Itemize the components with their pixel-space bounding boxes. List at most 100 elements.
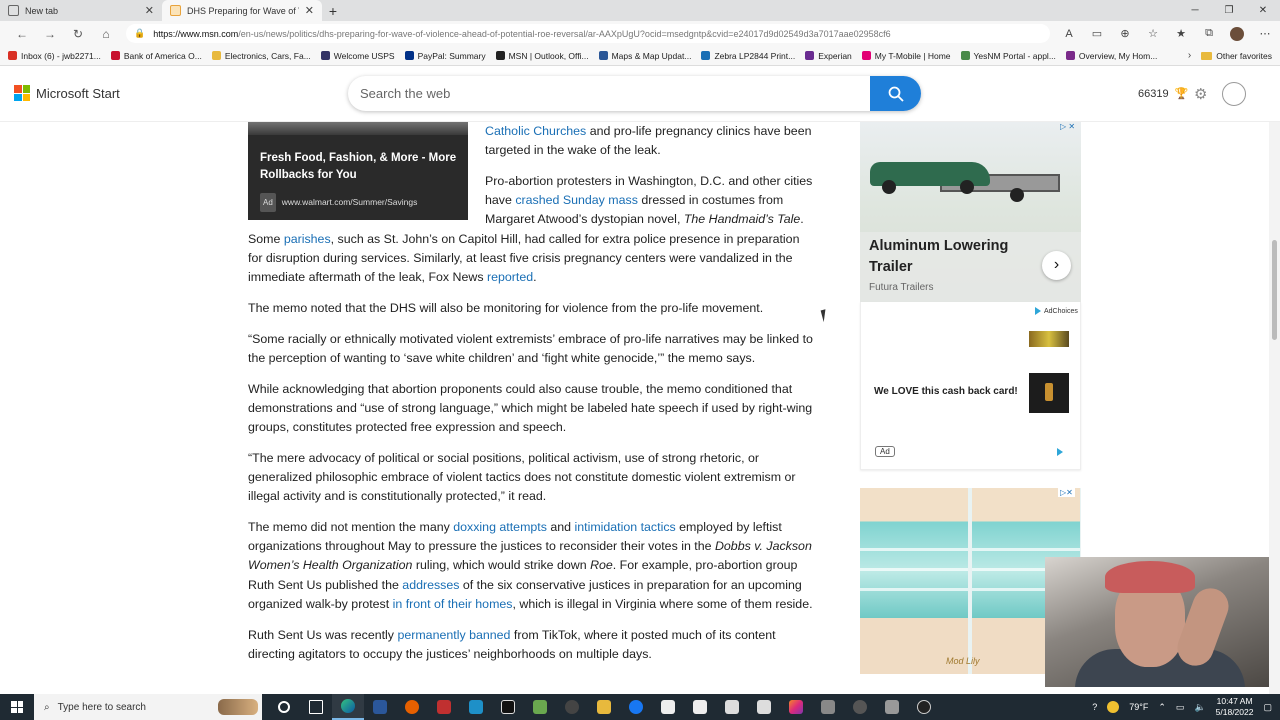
app-icon[interactable] xyxy=(460,694,492,720)
app-icon[interactable] xyxy=(556,694,588,720)
clock-date: 5/18/2022 xyxy=(1215,707,1254,717)
gear-icon[interactable]: ⚙ xyxy=(1194,85,1207,103)
network-icon[interactable]: ▭ xyxy=(1176,702,1185,713)
close-icon[interactable]: ✕ xyxy=(305,4,314,17)
favorite-item[interactable]: Bank of America O... xyxy=(110,51,202,61)
app-icon[interactable] xyxy=(876,694,908,720)
chevron-right-icon[interactable]: › xyxy=(1042,251,1071,280)
trailer-ad[interactable]: ▷ ✕ Aluminum Lowering Trailer Futura Tra… xyxy=(860,122,1081,302)
tab-dhs-article[interactable]: DHS Preparing for Wave of Viole ✕ xyxy=(162,0,322,21)
task-view-icon[interactable] xyxy=(300,694,332,720)
article-link[interactable]: parishes xyxy=(284,232,331,246)
lock-icon[interactable]: 🔒 xyxy=(134,28,145,39)
favorite-star-icon[interactable]: ☆ xyxy=(1146,27,1160,40)
edge-icon[interactable] xyxy=(332,694,364,720)
article-link[interactable]: doxxing attempts xyxy=(453,520,547,534)
ad-close-icon[interactable]: ▷✕ xyxy=(1058,488,1075,497)
favorite-item[interactable]: Inbox (6) - jwb2271... xyxy=(8,51,101,61)
search-highlight-image xyxy=(218,699,258,715)
chevron-up-icon[interactable]: ⌃ xyxy=(1158,702,1166,713)
article-link[interactable]: reported xyxy=(487,270,533,284)
favorite-item[interactable]: MSN | Outlook, Offi... xyxy=(495,51,589,61)
collections-icon[interactable]: ⧉ xyxy=(1202,27,1216,40)
back-icon[interactable]: ← xyxy=(8,27,36,41)
page-scrollbar[interactable] xyxy=(1269,122,1280,694)
article-link[interactable]: addresses xyxy=(402,578,459,592)
obs-icon[interactable] xyxy=(908,694,940,720)
taskbar-clock[interactable]: 10:47 AM 5/18/2022 xyxy=(1216,696,1254,718)
microsoft-start-logo[interactable]: Microsoft Start xyxy=(14,85,120,101)
cortana-icon[interactable] xyxy=(268,694,300,720)
system-tray: ? 79°F ⌃ ▭ 🔈 10:47 AM 5/18/2022 ▢ xyxy=(1092,696,1280,718)
immersive-reader-icon[interactable]: ▭ xyxy=(1090,27,1104,40)
tiktok-icon[interactable] xyxy=(492,694,524,720)
home-icon[interactable]: ⌂ xyxy=(92,27,120,41)
zoom-icon[interactable]: ⊕ xyxy=(1118,27,1132,40)
favorite-item[interactable]: PayPal: Summary xyxy=(404,51,486,61)
favorite-item[interactable]: Experian xyxy=(805,51,852,61)
search-input[interactable] xyxy=(348,76,870,111)
start-button[interactable] xyxy=(0,694,34,720)
favorite-item[interactable]: My T-Mobile | Home xyxy=(861,51,951,61)
article-link[interactable]: intimidation tactics xyxy=(574,520,675,534)
search-button[interactable] xyxy=(870,76,921,111)
other-favorites[interactable]: Other favorites xyxy=(1201,51,1272,61)
ad-close-icon[interactable]: ▷ ✕ xyxy=(1060,122,1075,131)
chevron-right-icon[interactable]: › xyxy=(1188,50,1191,61)
app-icon[interactable] xyxy=(524,694,556,720)
rewards-points: 66319 xyxy=(1138,87,1169,100)
more-icon[interactable]: ⋯ xyxy=(1258,27,1272,40)
article-link[interactable]: permanently banned xyxy=(397,628,510,642)
close-icon[interactable]: ✕ xyxy=(145,4,154,17)
close-window-icon[interactable]: ✕ xyxy=(1246,5,1280,16)
document-icon[interactable] xyxy=(748,694,780,720)
word-icon[interactable] xyxy=(364,694,396,720)
favorite-item[interactable]: Overview, My Hom... xyxy=(1065,51,1157,61)
rewards-counter[interactable]: 66319 🏆 xyxy=(1138,87,1188,101)
minimize-icon[interactable]: ─ xyxy=(1178,5,1212,16)
taskbar-search[interactable]: ⌕ Type here to search xyxy=(34,694,262,720)
walmart-ad-card[interactable]: Fresh Food, Fashion, & More - More Rollb… xyxy=(248,122,468,220)
favorite-item[interactable]: Welcome USPS xyxy=(320,51,395,61)
app-icon[interactable] xyxy=(428,694,460,720)
cashback-ad[interactable]: AdChoices We LOVE this cash back card! A… xyxy=(860,302,1081,470)
adchoices-icon[interactable] xyxy=(1057,448,1063,456)
article-link[interactable]: in front of their homes xyxy=(393,597,513,611)
favorite-item[interactable]: Zebra LP2844 Print... xyxy=(701,51,795,61)
restore-icon[interactable]: ❐ xyxy=(1212,5,1246,16)
ad-title: Fresh Food, Fashion, & More - More Rollb… xyxy=(260,152,457,181)
document-icon[interactable] xyxy=(652,694,684,720)
url-host: https://www.msn.com xyxy=(153,28,239,39)
forward-icon[interactable]: → xyxy=(36,27,64,41)
volume-icon[interactable]: 🔈 xyxy=(1194,702,1205,713)
url-text[interactable]: https://www.msn.com/en-us/news/politics/… xyxy=(153,29,890,39)
favorite-item[interactable]: Electronics, Cars, Fa... xyxy=(211,51,311,61)
favorite-item[interactable]: Maps & Map Updat... xyxy=(598,51,691,61)
temperature[interactable]: 79°F xyxy=(1129,702,1148,712)
page-icon xyxy=(8,5,19,16)
scrollbar-thumb[interactable] xyxy=(1272,240,1277,340)
firefox-icon[interactable] xyxy=(396,694,428,720)
read-aloud-icon[interactable]: A xyxy=(1062,28,1076,40)
favorites-icon[interactable]: ★ xyxy=(1174,27,1188,40)
favorite-item[interactable]: YesNM Portal - appl... xyxy=(960,51,1056,61)
adchoices[interactable]: AdChoices xyxy=(1035,307,1078,315)
document-icon[interactable] xyxy=(716,694,748,720)
facebook-icon[interactable] xyxy=(620,694,652,720)
address-bar[interactable]: 🔒 https://www.msn.com/en-us/news/politic… xyxy=(126,24,1050,43)
document-icon[interactable] xyxy=(684,694,716,720)
instagram-icon[interactable] xyxy=(780,694,812,720)
profile-avatar[interactable] xyxy=(1230,26,1244,41)
file-explorer-icon[interactable] xyxy=(588,694,620,720)
refresh-icon[interactable]: ↻ xyxy=(64,27,92,41)
weather-icon[interactable] xyxy=(1107,701,1120,713)
article-link[interactable]: Catholic Churches xyxy=(485,124,586,138)
new-tab-button[interactable]: + xyxy=(322,0,344,21)
tab-new-tab[interactable]: New tab ✕ xyxy=(0,0,162,21)
help-icon[interactable]: ? xyxy=(1092,702,1097,712)
camera-icon[interactable] xyxy=(812,694,844,720)
app-icon[interactable] xyxy=(844,694,876,720)
article-link[interactable]: crashed Sunday mass xyxy=(515,193,638,207)
notification-icon[interactable]: ▢ xyxy=(1263,702,1272,713)
account-avatar[interactable] xyxy=(1222,82,1246,106)
